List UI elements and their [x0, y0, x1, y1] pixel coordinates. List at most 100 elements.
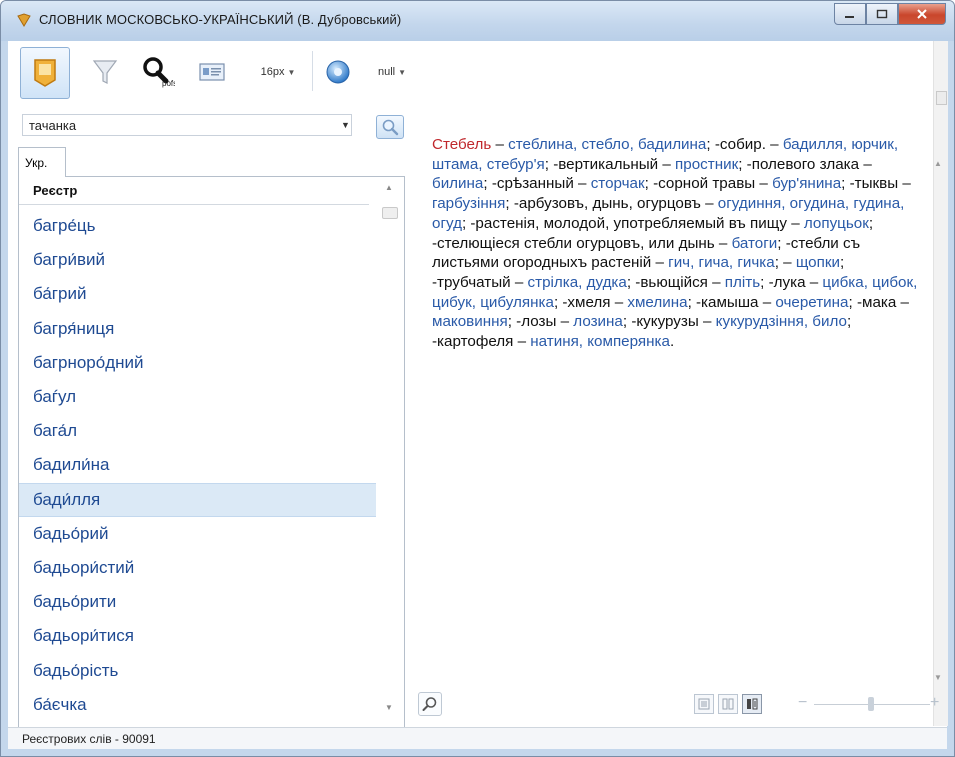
bookmark-icon [34, 59, 56, 87]
registry-list-pane: Реєстр багре́ць багри́вий ба́грий багря́ниц… [18, 176, 405, 730]
translation-link[interactable]: очеретина [775, 294, 848, 311]
layout-split-button[interactable] [742, 694, 762, 714]
window-scrollbar-thumb[interactable] [936, 91, 947, 105]
list-scrollbar[interactable]: ▲ ▼ [376, 177, 403, 729]
translation-link[interactable]: бур'янина [772, 175, 841, 192]
scroll-up-arrow-icon[interactable]: ▲ [385, 183, 393, 192]
chevron-down-icon: ▼ [287, 67, 296, 77]
search-icon [382, 119, 399, 136]
window-controls [834, 3, 946, 25]
list-scrollbar-thumb[interactable] [382, 207, 398, 219]
translation-link[interactable]: простник [675, 156, 738, 173]
article-scroll-up-icon[interactable]: ▲ [934, 159, 942, 168]
toolbar-separator [312, 51, 313, 91]
scroll-down-arrow-icon[interactable]: ▼ [385, 703, 393, 712]
layout-double-button[interactable] [718, 694, 738, 714]
close-button[interactable] [898, 3, 946, 25]
article-fragment: ; -срѣзанный – [483, 175, 591, 193]
toolbar: pofs 16px ▼ [8, 41, 933, 107]
font-size-value: 16px [260, 66, 285, 78]
list-item[interactable]: багри́вий [19, 243, 377, 277]
zoom-in-button[interactable]: + [930, 694, 939, 712]
list-item[interactable]: багрноро́дний [19, 346, 377, 380]
article-bottom-toolbar: − + [408, 688, 946, 722]
list-item[interactable]: бадили́на [19, 448, 377, 482]
article-fragment: – [491, 136, 509, 153]
translation-link[interactable]: пліть [725, 274, 760, 291]
article-fragment: ; -тыквы – [841, 175, 911, 193]
card-icon [199, 63, 225, 81]
article-fragment: ; -вертикальный – [544, 155, 676, 173]
article-fragment: . [669, 333, 675, 351]
translation-link[interactable]: стрілка, дудка [528, 274, 627, 291]
article-fragment: ; -сорной травы – [644, 175, 773, 193]
zoom-icon [422, 697, 437, 711]
headword: Стебель [432, 136, 492, 153]
list-item[interactable]: бадьори́тися [19, 619, 377, 653]
translation-link[interactable]: билина [432, 175, 483, 192]
translation-link[interactable]: щопки [796, 254, 840, 271]
search-button[interactable] [376, 115, 404, 139]
zoom-slider-thumb[interactable] [868, 697, 874, 711]
translation-link[interactable]: кукурудзіння, било [716, 313, 847, 330]
search-pofs-button[interactable]: pofs [136, 47, 180, 97]
app-window: СЛОВНИК МОСКОВСЬКО-УКРАЇНСЬКИЙ (В. Дубро… [0, 0, 955, 757]
article-fragment: ; -арбузовъ, дынь, огурцовъ – [505, 195, 718, 213]
info-button[interactable] [318, 47, 358, 97]
card-button[interactable] [192, 47, 232, 97]
article-fragment: ; -вьющійся – [626, 273, 725, 291]
translation-link[interactable]: гарбузіння [432, 195, 505, 212]
layout-single-icon [698, 698, 710, 710]
translation-link[interactable]: стеблина, стебло, бадилина [508, 136, 706, 153]
list-item[interactable]: бади́лля [19, 482, 377, 517]
article-scroll-down-icon[interactable]: ▼ [934, 673, 942, 682]
article-fragment: ; -лозы – [507, 313, 574, 331]
search-input[interactable] [22, 114, 352, 136]
list-item[interactable]: бадьо́рість [19, 653, 377, 687]
layout-split-icon [747, 698, 758, 710]
translation-link[interactable]: натиня, комперянка [530, 333, 670, 350]
search-pofs-icon: pofs [143, 57, 175, 88]
article-fragment: ; -собир. – [706, 136, 783, 153]
zoom-search-button[interactable] [418, 692, 442, 716]
list-item[interactable]: багря́ниця [19, 312, 377, 346]
layout-single-button[interactable] [694, 694, 714, 714]
translation-link[interactable]: лозина [573, 313, 623, 330]
translation-link[interactable]: батоги [732, 235, 778, 252]
null-dropdown[interactable]: null ▼ [364, 47, 420, 97]
article-fragment: ; -растенія, молодой, употребляемый въ п… [461, 214, 804, 232]
list-item[interactable]: бадьо́рий [19, 517, 377, 551]
bookmark-button[interactable] [20, 47, 70, 99]
minimize-icon [845, 16, 854, 18]
list-item[interactable]: бадьо́рити [19, 585, 377, 619]
list-item[interactable]: бага́л [19, 414, 377, 448]
translation-link[interactable]: лопуцьок [804, 215, 869, 232]
zoom-out-button[interactable]: − [798, 694, 807, 712]
list-item[interactable]: баѓул [19, 380, 377, 414]
minimize-button[interactable] [834, 3, 866, 25]
list-item[interactable]: ба́грий [19, 277, 377, 311]
title-bar[interactable]: СЛОВНИК МОСКОВСЬКО-УКРАЇНСЬКИЙ (В. Дубро… [1, 1, 954, 41]
search-dropdown-arrow[interactable]: ▼ [341, 120, 350, 130]
null-value: null [377, 66, 396, 78]
maximize-button[interactable] [866, 3, 898, 25]
window-scrollbar[interactable] [933, 41, 948, 726]
article-fragment: ; -камыша – [687, 293, 776, 311]
translation-link[interactable]: хмелина [627, 294, 687, 311]
list-item[interactable]: бадьори́стий [19, 551, 377, 585]
list-item[interactable]: багре́ць [19, 209, 377, 243]
close-icon [917, 9, 927, 19]
font-size-dropdown[interactable]: 16px ▼ [246, 47, 310, 97]
article-fragment: ; -лука – [760, 273, 823, 291]
translation-link[interactable]: гич, гича, гичка [668, 254, 775, 271]
word-count-status: Реєстрових слів - 90091 [22, 731, 156, 746]
translation-link[interactable]: сторчак [591, 175, 645, 192]
translation-link[interactable]: маковиння [432, 313, 508, 330]
list-item[interactable]: ба́єчка [19, 688, 377, 722]
registry-list: багре́ць багри́вий ба́грий багря́ниця багрно… [19, 209, 377, 722]
chevron-down-icon: ▼ [398, 67, 407, 77]
filter-button[interactable] [80, 47, 130, 97]
article-fragment: ; -хмеля – [553, 293, 628, 311]
tab-ukr[interactable]: Укр. [18, 147, 66, 177]
article-fragment: ; -полевого злака – [738, 155, 872, 173]
